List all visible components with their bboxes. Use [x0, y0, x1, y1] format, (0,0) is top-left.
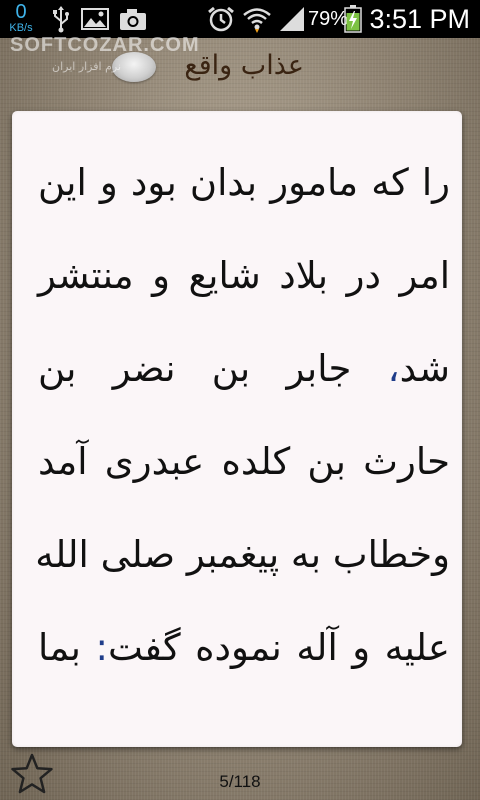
watermark-tagline: نرم افزار ایران — [52, 60, 122, 73]
battery-charging-icon — [344, 5, 362, 33]
text-segment: بما — [38, 626, 96, 669]
text-line: امر در بلاد شایع و منتشر — [38, 254, 450, 297]
text-body: را که مامور بدان بود و این امر در بلاد ش… — [35, 151, 450, 709]
alarm-icon — [206, 5, 236, 33]
reading-card[interactable]: را که مامور بدان بود و این امر در بلاد ش… — [12, 111, 462, 747]
watermark-brand: SOFTCOZAR.COM — [10, 34, 200, 56]
battery-percentage: 79% — [308, 8, 349, 30]
text-line: شد، جابر بن نضر بن — [38, 337, 450, 430]
punctuation-mark: : — [95, 626, 108, 669]
status-bar: 0 KB/s 79% 3:51 PM — [0, 0, 480, 38]
camera-icon — [118, 5, 148, 33]
text-line: علیه و آله نموده گفت: بما — [38, 616, 450, 709]
usb-icon — [50, 5, 72, 33]
text-segment: جابر بن نضر بن — [38, 347, 388, 390]
signal-icon — [278, 5, 306, 33]
network-speed-unit: KB/s — [9, 22, 33, 34]
status-clock: 3:51 PM — [369, 4, 470, 34]
text-segment: علیه و آله نموده گفت — [107, 626, 450, 669]
punctuation-mark: ، — [387, 347, 400, 390]
network-speed-value: 0 — [15, 1, 27, 23]
network-speed-indicator: 0 KB/s — [4, 2, 38, 34]
text-segment: شد — [399, 347, 450, 390]
text-line: را که مامور بدان بود و این — [38, 161, 450, 204]
page-title: عذاب واقع — [184, 50, 304, 81]
picture-icon — [80, 5, 110, 33]
text-line: حارث بن کلده عبدری آمد — [38, 440, 450, 483]
wifi-icon — [242, 5, 272, 33]
bottom-bar: 5/118 — [0, 750, 480, 800]
text-line: وخطاب به پیغمبر صلی الله — [35, 533, 450, 576]
page-counter: 5/118 — [219, 772, 261, 791]
